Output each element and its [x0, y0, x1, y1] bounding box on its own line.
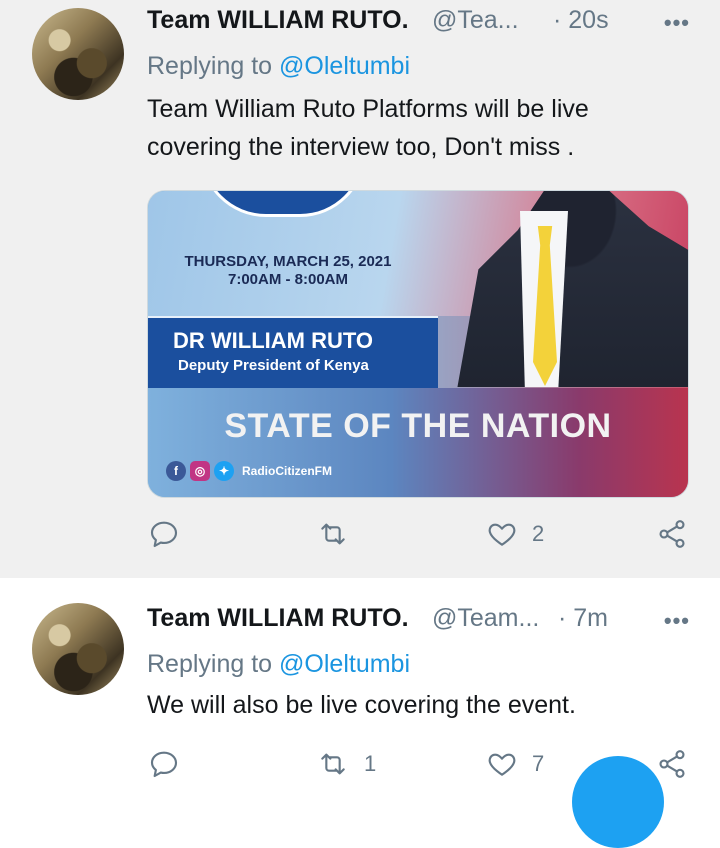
- timestamp[interactable]: · 7m: [558, 604, 608, 633]
- replying-to: Replying to @Oleltumbi: [147, 650, 410, 679]
- more-options-icon[interactable]: •••: [664, 10, 690, 36]
- avatar[interactable]: [32, 8, 124, 100]
- heart-icon: [488, 753, 516, 776]
- tweet-text: We will also be live covering the event.: [147, 691, 576, 719]
- media-social-handle: RadioCitizenFM: [242, 464, 332, 478]
- retweet-button[interactable]: [316, 518, 364, 550]
- author-name[interactable]: Team WILLIAM RUTO.: [147, 6, 409, 35]
- media-date: THURSDAY, MARCH 25, 2021: [184, 253, 392, 270]
- author-handle[interactable]: @Tea...: [432, 6, 519, 35]
- retweet-icon: [321, 753, 345, 775]
- media-person-name: DR WILLIAM RUTO: [173, 328, 374, 353]
- reply-icon: [150, 751, 178, 778]
- reply-icon: [150, 521, 178, 548]
- compose-tweet-button[interactable]: [572, 756, 664, 848]
- twitter-icon: ✦: [214, 461, 234, 481]
- tweet-actions: 2: [0, 518, 720, 558]
- retweet-count: 1: [364, 751, 377, 776]
- media-hours: 7:00AM - 8:00AM: [227, 271, 349, 288]
- reply-button[interactable]: [148, 518, 194, 550]
- retweet-button[interactable]: 1: [316, 748, 376, 780]
- name-band: DR WILLIAM RUTO Deputy President of Keny…: [148, 316, 438, 390]
- media-date-block: THURSDAY, MARCH 25, 2021 7:00AM - 8:00AM: [178, 253, 398, 289]
- tweet[interactable]: Team WILLIAM RUTO. @Tea... · 20s ••• Rep…: [0, 0, 720, 578]
- share-button[interactable]: [656, 748, 688, 780]
- like-button[interactable]: 7: [486, 748, 544, 780]
- retweet-icon: [321, 523, 345, 545]
- share-icon: [659, 750, 685, 778]
- instagram-icon: ◎: [190, 461, 210, 481]
- share-icon: [659, 520, 685, 548]
- replying-to: Replying to @Oleltumbi: [147, 52, 410, 81]
- share-button[interactable]: [656, 518, 688, 550]
- avatar[interactable]: [32, 603, 124, 695]
- media-social-row: f ◎ ✦ RadioCitizenFM: [166, 461, 332, 481]
- like-count: 7: [532, 751, 545, 776]
- more-options-icon[interactable]: •••: [664, 608, 690, 634]
- tweet-text: Team William Ruto Platforms will be live…: [147, 95, 589, 161]
- mention-link[interactable]: @Oleltumbi: [279, 52, 410, 80]
- like-button[interactable]: 2: [486, 518, 544, 550]
- author-name[interactable]: Team WILLIAM RUTO.: [147, 604, 409, 633]
- replying-to-label: Replying to: [147, 650, 273, 678]
- replying-to-label: Replying to: [147, 52, 273, 80]
- media-headline: STATE OF THE NATION: [224, 407, 612, 445]
- reply-button[interactable]: [148, 748, 194, 780]
- timestamp[interactable]: · 20s: [553, 6, 609, 35]
- tweet-media-image[interactable]: THURSDAY, MARCH 25, 2021 7:00AM - 8:00AM…: [147, 190, 689, 498]
- heart-icon: [488, 523, 516, 546]
- facebook-icon: f: [166, 461, 186, 481]
- like-count: 2: [532, 521, 545, 546]
- media-person-role: Deputy President of Kenya: [178, 357, 369, 374]
- mention-link[interactable]: @Oleltumbi: [279, 650, 410, 678]
- author-handle[interactable]: @Team...: [432, 604, 539, 633]
